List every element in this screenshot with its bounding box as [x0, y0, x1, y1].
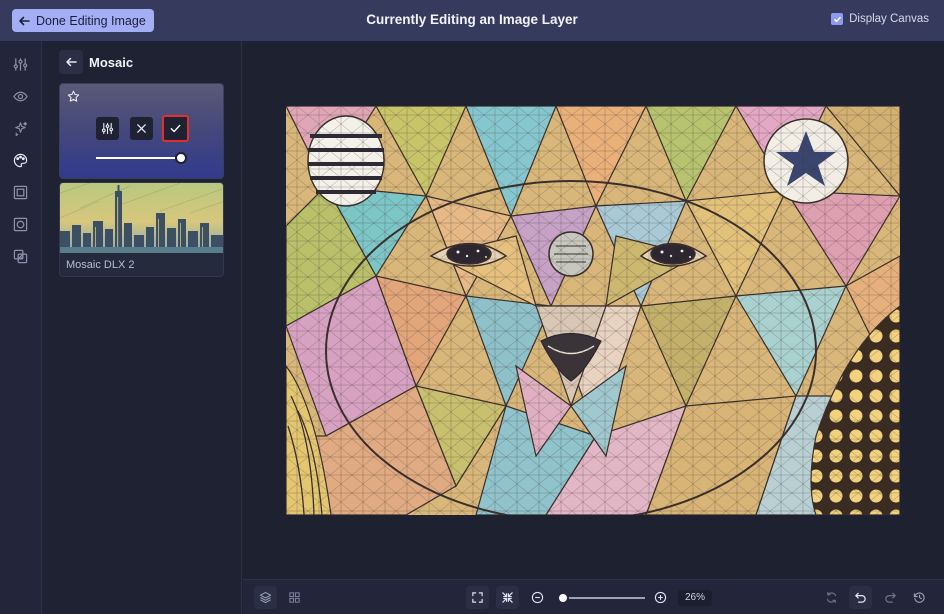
- redo-button[interactable]: [879, 586, 902, 609]
- history-icon: [913, 592, 925, 603]
- undo-button[interactable]: [849, 586, 872, 609]
- sliders-icon: [101, 122, 114, 135]
- display-canvas-label: Display Canvas: [849, 13, 929, 25]
- adjustments-icon[interactable]: [11, 55, 29, 73]
- mask-icon[interactable]: [11, 215, 29, 233]
- active-filter-card: [59, 83, 224, 179]
- redo-icon: [885, 592, 896, 603]
- actual-size-button[interactable]: [496, 586, 519, 609]
- overlay-icon[interactable]: [11, 247, 29, 265]
- zoom-slider-handle[interactable]: [557, 592, 570, 604]
- zoom-level[interactable]: 26%: [678, 590, 712, 606]
- palette-icon[interactable]: [11, 151, 29, 169]
- top-bar: Done Editing Image Currently Editing an …: [0, 0, 944, 41]
- tool-rail: [0, 41, 42, 614]
- done-editing-label: Done Editing Image: [36, 13, 146, 28]
- filter-panel: Mosaic Mosaic DLX 2: [42, 41, 242, 614]
- filter-intensity-slider[interactable]: [96, 152, 188, 164]
- reset-button[interactable]: [820, 586, 843, 609]
- zoom-out-icon: [531, 591, 544, 604]
- star-icon[interactable]: [67, 90, 80, 103]
- arrow-left-icon: [19, 16, 30, 25]
- expand-icon: [472, 592, 483, 603]
- bottom-toolbar: 26%: [243, 579, 944, 614]
- canvas-workspace: [243, 41, 944, 579]
- grid-icon: [289, 592, 300, 603]
- fit-to-screen-button[interactable]: [466, 586, 489, 609]
- layers-button[interactable]: [254, 586, 277, 609]
- done-editing-button[interactable]: Done Editing Image: [12, 9, 154, 32]
- arrow-left-icon: [66, 57, 77, 67]
- checkmark-icon: [170, 124, 181, 133]
- filter-settings-button[interactable]: [96, 117, 119, 140]
- refresh-icon: [826, 591, 837, 604]
- checkmark-icon: [833, 16, 841, 22]
- display-canvas-toggle[interactable]: Display Canvas: [831, 13, 929, 25]
- apply-filter-button[interactable]: [162, 115, 189, 142]
- cancel-filter-button[interactable]: [130, 117, 153, 140]
- slider-handle[interactable]: [175, 152, 188, 164]
- image-layer[interactable]: [286, 106, 900, 515]
- grid-button[interactable]: [283, 586, 306, 609]
- close-icon: [137, 124, 146, 133]
- preset-label: Mosaic DLX 2: [66, 259, 135, 271]
- back-button[interactable]: [59, 50, 83, 74]
- undo-icon: [855, 592, 866, 603]
- layers-icon: [259, 591, 272, 604]
- zoom-in-icon: [654, 591, 667, 604]
- preset-thumbnail: [60, 183, 223, 253]
- preset-card[interactable]: Mosaic DLX 2: [59, 182, 224, 277]
- history-button[interactable]: [908, 586, 931, 609]
- zoom-in-button[interactable]: [649, 586, 672, 609]
- display-canvas-checkbox[interactable]: [831, 13, 844, 25]
- eye-icon[interactable]: [11, 87, 29, 105]
- slider-fill: [96, 157, 182, 159]
- zoom-out-button[interactable]: [526, 586, 549, 609]
- panel-title: Mosaic: [89, 55, 134, 70]
- zoom-slider[interactable]: [557, 592, 645, 604]
- sparkles-icon[interactable]: [11, 119, 29, 137]
- frame-icon[interactable]: [11, 183, 29, 201]
- collapse-icon: [502, 592, 513, 603]
